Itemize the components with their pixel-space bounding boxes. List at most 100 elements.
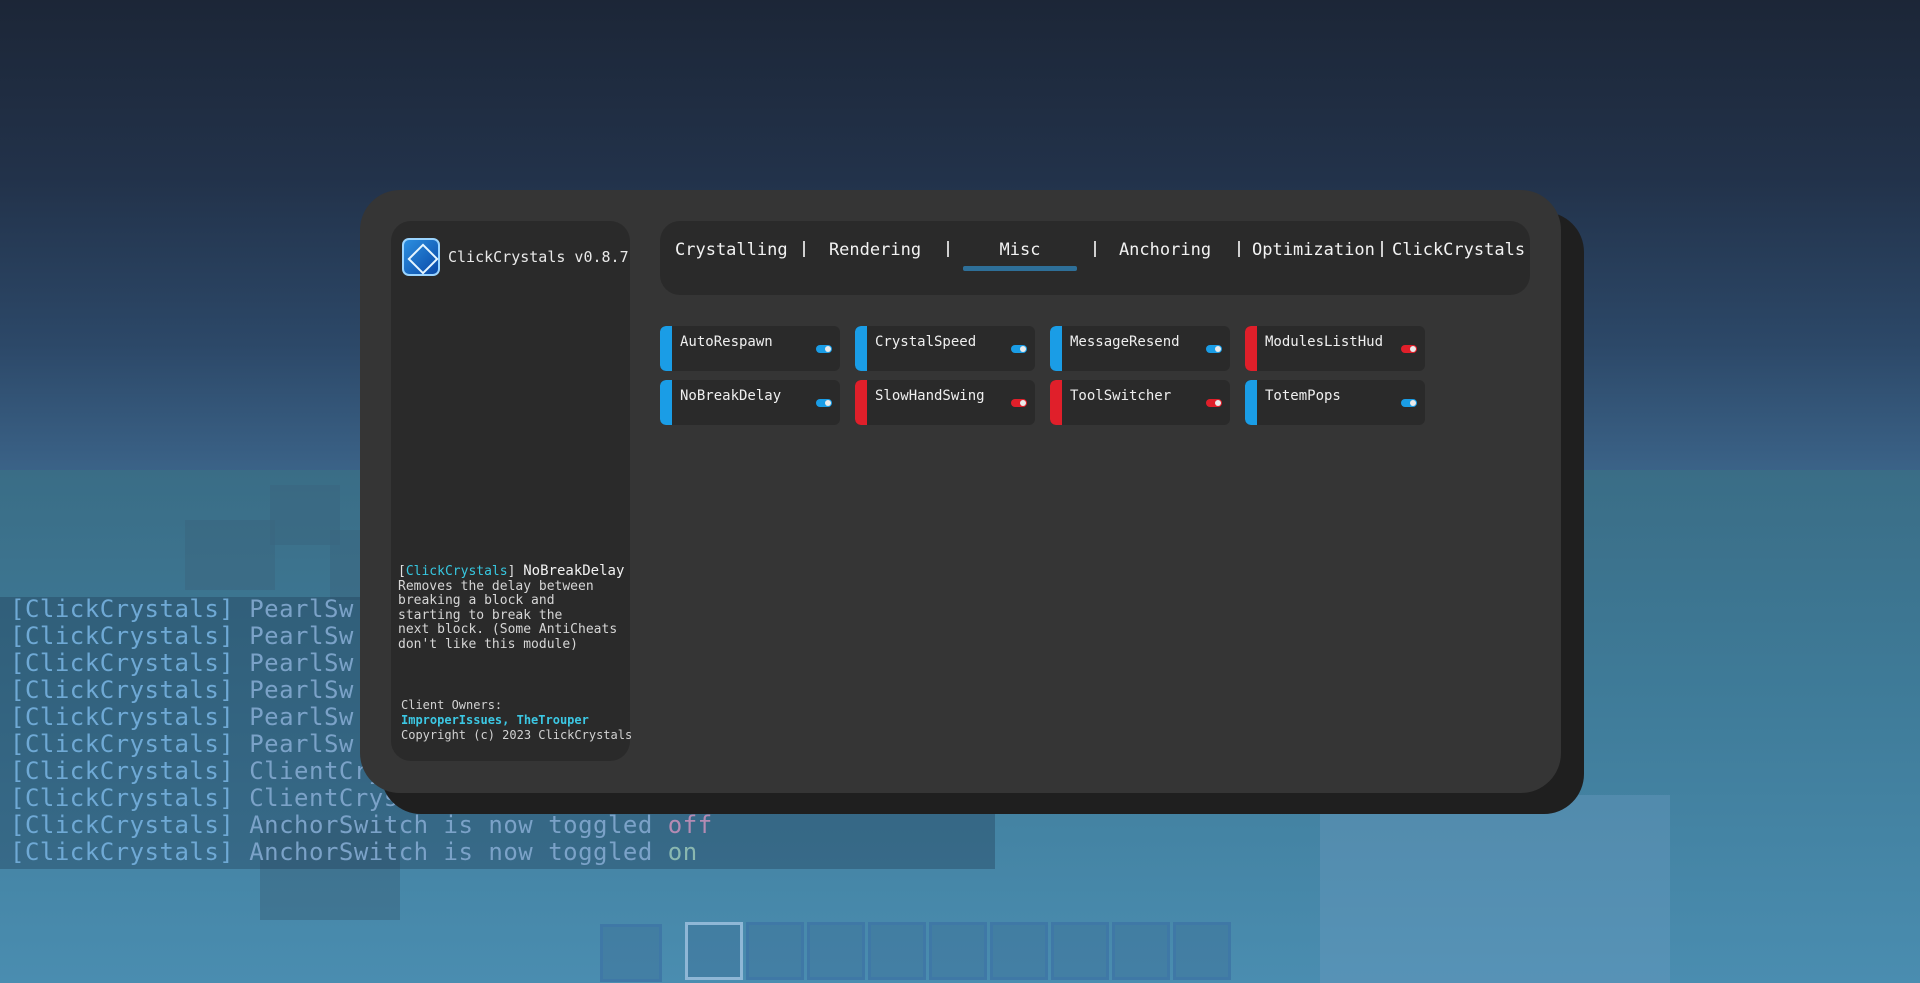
hotbar-slot[interactable] xyxy=(685,922,743,980)
hotbar-slot[interactable] xyxy=(746,922,804,980)
chat-tag: [ClickCrystals] xyxy=(10,676,235,704)
module-label: SlowHandSwing xyxy=(875,388,985,404)
module-card[interactable]: NoBreakDelay xyxy=(660,380,840,425)
chat-message: ClientCrys xyxy=(249,784,399,812)
module-toggle[interactable] xyxy=(816,399,832,407)
chat-tag: [ClickCrystals] xyxy=(10,757,235,785)
module-label: TotemPops xyxy=(1265,388,1341,404)
module-description: [ClickCrystals] NoBreakDelay Removes the… xyxy=(398,564,630,652)
chat-line: [ClickCrystals] ClientCrys xyxy=(10,758,399,785)
chat-line: [ClickCrystals] PearlSw xyxy=(10,596,354,623)
chat-line: [ClickCrystals] AnchorSwitch is now togg… xyxy=(10,812,713,839)
prefix-crystals: Crystals xyxy=(444,564,508,579)
chat-tag: [ClickCrystals] xyxy=(10,838,235,866)
module-status-bar xyxy=(1050,326,1062,371)
description-line: next block. (Some AntiCheats xyxy=(398,622,618,637)
chat-message: PearlSw xyxy=(249,730,354,758)
chat-message: PearlSw xyxy=(249,595,354,623)
chat-state: on xyxy=(667,838,698,866)
client-owners: Client Owners: ImproperIssues, TheTroupe… xyxy=(401,698,632,743)
tab-crystalling[interactable]: Crystalling xyxy=(675,236,788,264)
hotbar-slot[interactable] xyxy=(1112,922,1170,980)
chat-message: PearlSw xyxy=(249,622,354,650)
tab-rendering[interactable]: Rendering xyxy=(820,236,930,264)
module-card[interactable]: SlowHandSwing xyxy=(855,380,1035,425)
module-toggle[interactable] xyxy=(816,345,832,353)
client-title: ClickCrystals v0.8.7 xyxy=(448,248,629,266)
module-label: MessageResend xyxy=(1070,334,1180,350)
module-status-bar xyxy=(1245,326,1257,371)
prefix-click: Click xyxy=(405,564,445,579)
module-label: AutoRespawn xyxy=(680,334,773,350)
module-card[interactable]: MessageResend xyxy=(1050,326,1230,371)
chat-message: PearlSw xyxy=(249,703,354,731)
prefix-bracket: [ xyxy=(398,564,406,579)
module-status-bar xyxy=(1050,380,1062,425)
chat-tag: [ClickCrystals] xyxy=(10,784,235,812)
module-status-bar xyxy=(855,326,867,371)
module-status-bar xyxy=(855,380,867,425)
chat-tag: [ClickCrystals] xyxy=(10,730,235,758)
tab-misc[interactable]: Misc xyxy=(963,236,1077,264)
hotbar-slot[interactable] xyxy=(868,922,926,980)
terrain-block xyxy=(185,520,275,590)
module-label: NoBreakDelay xyxy=(680,388,782,404)
module-label: ModulesListHud xyxy=(1265,334,1384,350)
module-card[interactable]: ModulesListHud xyxy=(1245,326,1425,371)
chat-line: [ClickCrystals] AnchorSwitch is now togg… xyxy=(10,839,698,866)
module-toggle[interactable] xyxy=(1206,345,1222,353)
hotbar xyxy=(685,922,1234,983)
tab-optimization[interactable]: Optimization xyxy=(1252,236,1375,264)
chat-tag: [ClickCrystals] xyxy=(10,622,235,650)
offhand-slot[interactable] xyxy=(600,924,662,982)
description-module-name: NoBreakDelay xyxy=(523,563,625,579)
module-card[interactable]: CrystalSpeed xyxy=(855,326,1035,371)
chat-message: AnchorSwitch is now toggled xyxy=(249,838,653,866)
tab-separator xyxy=(1381,241,1383,257)
module-card[interactable]: AutoRespawn xyxy=(660,326,840,371)
chat-line: [ClickCrystals] ClientCrys xyxy=(10,785,399,812)
chat-line: [ClickCrystals] PearlSw xyxy=(10,731,354,758)
chat-line: [ClickCrystals] PearlSw xyxy=(10,623,354,650)
sidebar xyxy=(391,221,630,761)
client-header: ClickCrystals v0.8.7 xyxy=(402,238,629,276)
tab-separator xyxy=(947,241,949,257)
chat-line: [ClickCrystals] PearlSw xyxy=(10,677,354,704)
prefix-bracket: ] xyxy=(507,564,516,579)
chat-line: [ClickCrystals] PearlSw xyxy=(10,650,354,677)
tab-separator xyxy=(803,241,805,257)
hotbar-slot[interactable] xyxy=(1051,922,1109,980)
module-label: ToolSwitcher xyxy=(1070,388,1172,404)
module-status-bar xyxy=(660,326,672,371)
module-status-bar xyxy=(1245,380,1257,425)
description-line: breaking a block and xyxy=(398,593,555,608)
module-card[interactable]: TotemPops xyxy=(1245,380,1425,425)
chat-line: [ClickCrystals] PearlSw xyxy=(10,704,354,731)
module-toggle[interactable] xyxy=(1011,399,1027,407)
chat-message: PearlSw xyxy=(249,649,354,677)
crystal-logo-icon xyxy=(402,238,440,276)
chat-state: off xyxy=(667,811,713,839)
module-toggle[interactable] xyxy=(1206,399,1222,407)
module-toggle[interactable] xyxy=(1401,399,1417,407)
description-line: starting to break the xyxy=(398,607,563,623)
chat-tag: [ClickCrystals] xyxy=(10,703,235,731)
module-card[interactable]: ToolSwitcher xyxy=(1050,380,1230,425)
hotbar-slot[interactable] xyxy=(929,922,987,980)
hotbar-slot[interactable] xyxy=(1173,922,1231,980)
ice-block xyxy=(1320,795,1670,983)
chat-tag: [ClickCrystals] xyxy=(10,811,235,839)
chat-tag: [ClickCrystals] xyxy=(10,595,235,623)
module-toggle[interactable] xyxy=(1401,345,1417,353)
hotbar-slot[interactable] xyxy=(990,922,1048,980)
tab-anchoring[interactable]: Anchoring xyxy=(1110,236,1220,264)
chat-tag: [ClickCrystals] xyxy=(10,649,235,677)
hotbar-slot[interactable] xyxy=(807,922,865,980)
chat-message: AnchorSwitch is now toggled xyxy=(249,811,653,839)
module-toggle[interactable] xyxy=(1011,345,1027,353)
module-status-bar xyxy=(660,380,672,425)
tab-clickcrystals[interactable]: ClickCrystals xyxy=(1392,236,1525,264)
tab-separator xyxy=(1094,241,1096,257)
description-line: don't like this module) xyxy=(398,636,579,652)
tab-separator xyxy=(1238,241,1240,257)
